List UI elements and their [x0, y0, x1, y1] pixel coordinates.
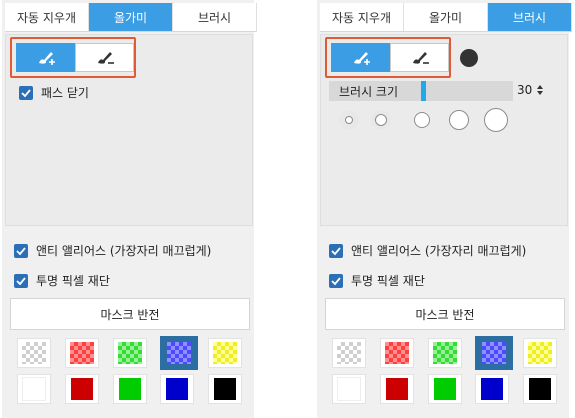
- brush-size-preset-xl[interactable]: [484, 108, 508, 132]
- tab-brush[interactable]: 브러시: [173, 3, 257, 31]
- swatch-red-checker[interactable]: [380, 338, 414, 368]
- brush-size-value[interactable]: 30: [517, 83, 532, 97]
- brush-add-button[interactable]: [16, 43, 75, 72]
- brush-size-slider[interactable]: 브러시 크기: [329, 81, 513, 101]
- tab-auto-eraser[interactable]: 자동 지우개: [320, 3, 404, 31]
- close-path-option[interactable]: 패스 닫기: [19, 84, 89, 101]
- transparent-cut-label: 투명 픽셀 재단: [351, 274, 425, 288]
- tab-lasso[interactable]: 올가미: [404, 3, 488, 31]
- swatch-yellow-checker[interactable]: [208, 338, 242, 368]
- antialias-option[interactable]: 앤티 앨리어스 (가장자리 매끄럽게): [14, 242, 211, 259]
- check-icon: [21, 88, 31, 97]
- swatch-black[interactable]: [208, 374, 242, 404]
- swatch-blue-checker-selected[interactable]: [160, 336, 198, 370]
- brush-size-spinner[interactable]: 30: [517, 83, 544, 97]
- antialias-label: 앤티 앨리어스 (가장자리 매끄럽게): [351, 244, 527, 258]
- swatch-green-checker[interactable]: [428, 338, 462, 368]
- antialias-option[interactable]: 앤티 앨리어스 (가장자리 매끄럽게): [329, 242, 526, 259]
- brush-panel: 자동 지우개 올가미 브러시 브러시 크기 30 앤티 앨리어스 (가장자리 매…: [317, 0, 572, 418]
- antialias-checkbox[interactable]: [14, 243, 28, 258]
- swatch-blue[interactable]: [475, 374, 509, 404]
- tab-auto-eraser[interactable]: 자동 지우개: [5, 3, 89, 31]
- brush-minus-icon: [97, 51, 114, 64]
- antialias-checkbox[interactable]: [329, 243, 343, 258]
- add-remove-toolbox: [10, 37, 136, 78]
- brush-size-preset-l[interactable]: [449, 110, 469, 130]
- swatch-white[interactable]: [332, 374, 366, 404]
- brush-plus-icon: [38, 51, 55, 65]
- swatch-white[interactable]: [17, 374, 51, 404]
- add-remove-toolbox: [325, 37, 451, 78]
- transparent-cut-checkbox[interactable]: [14, 273, 28, 288]
- transparent-cut-checkbox[interactable]: [329, 273, 343, 288]
- swatch-red[interactable]: [65, 374, 99, 404]
- antialias-label: 앤티 앨리어스 (가장자리 매끄럽게): [36, 244, 212, 258]
- swatch-green-checker[interactable]: [113, 338, 147, 368]
- swatch-transparent[interactable]: [332, 338, 366, 368]
- swatch-red[interactable]: [380, 374, 414, 404]
- tab-lasso[interactable]: 올가미: [89, 3, 173, 31]
- invert-mask-button[interactable]: 마스크 반전: [325, 298, 565, 330]
- brush-size-preset-m[interactable]: [414, 112, 430, 128]
- brush-plus-icon: [353, 51, 370, 65]
- lasso-panel: 자동 지우개 올가미 브러시 패스 닫기 앤티 앨리어스 (가장자리 매끄럽게): [2, 0, 257, 418]
- check-icon: [331, 276, 341, 285]
- tab-bar: 자동 지우개 올가미 브러시: [320, 3, 572, 32]
- check-icon: [331, 246, 341, 255]
- brush-size-thumb[interactable]: [421, 81, 426, 101]
- tab-brush[interactable]: 브러시: [488, 3, 572, 31]
- brush-size-preset-xs-ring: [345, 116, 353, 124]
- swatch-green[interactable]: [113, 374, 147, 404]
- brush-size-preset-s-ring: [375, 114, 387, 126]
- brush-add-button[interactable]: [331, 43, 390, 72]
- spinner-arrows-icon[interactable]: [536, 84, 544, 96]
- brush-minus-icon: [412, 51, 429, 64]
- invert-mask-button[interactable]: 마스크 반전: [10, 298, 250, 330]
- swatch-black[interactable]: [523, 374, 557, 404]
- check-icon: [16, 276, 26, 285]
- brush-size-label: 브러시 크기: [339, 84, 399, 99]
- close-path-label: 패스 닫기: [41, 86, 89, 100]
- swatch-red-checker[interactable]: [65, 338, 99, 368]
- check-icon: [16, 246, 26, 255]
- transparent-cut-option[interactable]: 투명 픽셀 재단: [14, 272, 110, 289]
- close-path-checkbox[interactable]: [19, 85, 33, 100]
- swatch-blue[interactable]: [160, 374, 194, 404]
- swatch-blue-checker-selected[interactable]: [475, 336, 513, 370]
- brush-remove-button[interactable]: [75, 43, 134, 72]
- swatch-green[interactable]: [428, 374, 462, 404]
- swatch-transparent[interactable]: [17, 338, 51, 368]
- transparent-cut-option[interactable]: 투명 픽셀 재단: [329, 272, 425, 289]
- brush-preview-dot: [460, 49, 478, 67]
- swatch-yellow-checker[interactable]: [523, 338, 557, 368]
- brush-remove-button[interactable]: [390, 43, 449, 72]
- transparent-cut-label: 투명 픽셀 재단: [36, 274, 110, 288]
- tab-bar: 자동 지우개 올가미 브러시: [5, 3, 257, 32]
